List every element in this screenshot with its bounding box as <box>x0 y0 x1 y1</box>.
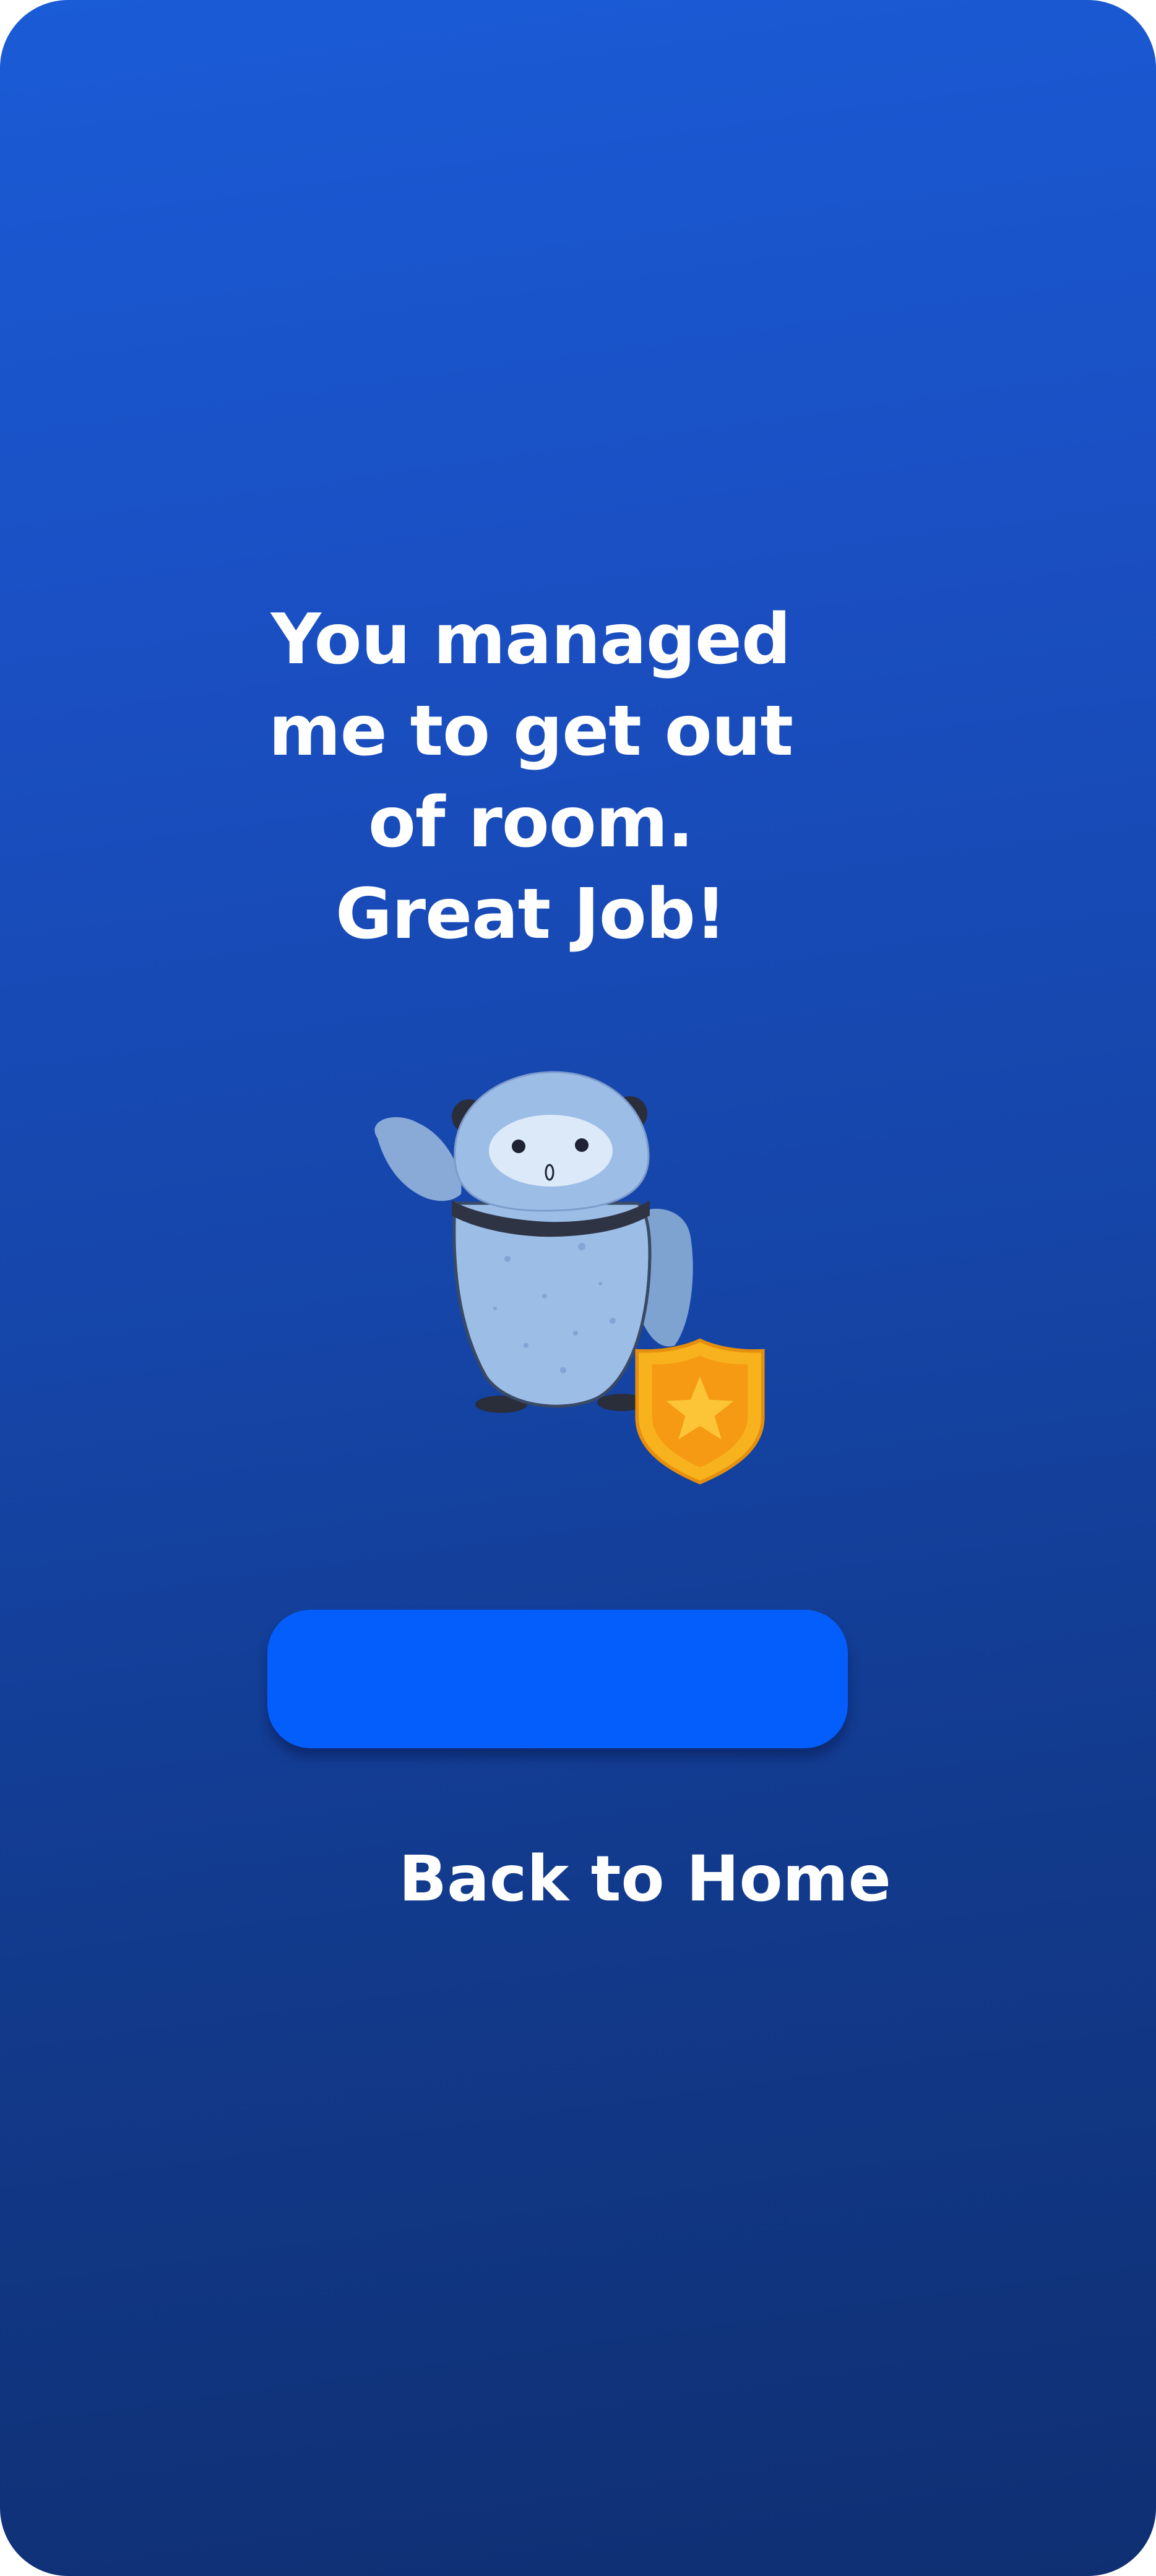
primary-action-button[interactable] <box>267 1610 848 1748</box>
robot-mascot-illustration <box>359 1061 780 1506</box>
message-line: You managed <box>270 599 791 680</box>
message-line: Great Job! <box>335 874 727 955</box>
success-message: You managed me to get out of room. Great… <box>204 594 857 960</box>
success-screen: You managed me to get out of room. Great… <box>0 0 1156 2576</box>
star-shield-badge-icon <box>635 1338 765 1485</box>
message-line: of room. <box>368 783 694 863</box>
back-to-home-link[interactable]: Back to Home <box>347 1836 891 1923</box>
message-line: me to get out <box>268 691 793 771</box>
